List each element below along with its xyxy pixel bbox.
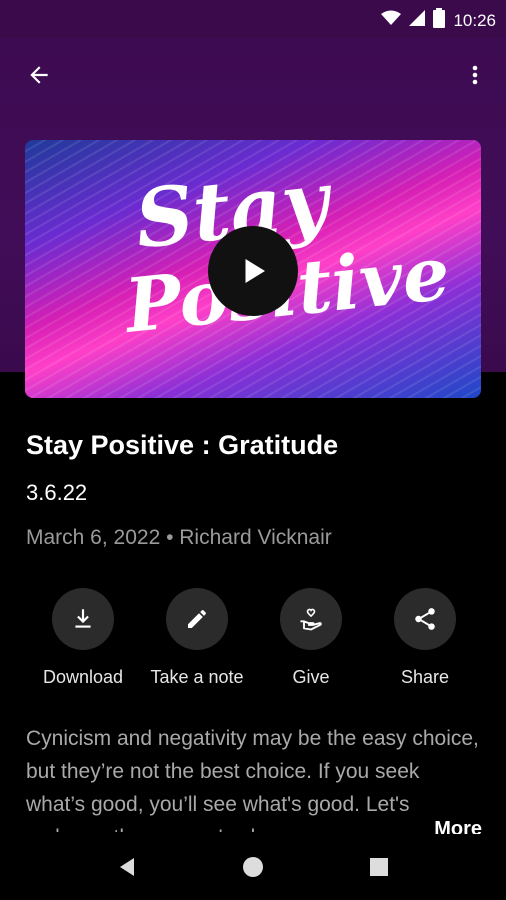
share-icon: [415, 608, 435, 630]
arrow-left-icon: [30, 66, 48, 84]
play-button[interactable]: [208, 226, 298, 316]
give-label: Give: [292, 667, 330, 687]
signal-icon: [409, 10, 426, 31]
nav-recents-icon: [370, 858, 388, 876]
episode-subtitle: 3.6.22: [26, 480, 88, 505]
give-circle[interactable]: [280, 588, 342, 650]
give-hand-heart-icon: [300, 608, 322, 631]
play-icon: [245, 259, 265, 283]
status-icons: 10:26: [381, 8, 496, 33]
take-note-circle[interactable]: [166, 588, 228, 650]
battery-icon: [433, 8, 446, 33]
nav-home-icon: [243, 857, 263, 877]
nav-home-button[interactable]: [238, 852, 268, 882]
app-bar: [0, 38, 506, 108]
download-circle[interactable]: [52, 588, 114, 650]
take-note-label: Take a note: [150, 667, 244, 687]
download-icon: [75, 609, 91, 628]
nav-back-button[interactable]: [112, 852, 142, 882]
wifi-icon: [381, 10, 402, 31]
status-bar: 10:26: [0, 0, 506, 38]
download-label: Download: [42, 667, 124, 687]
nav-back-icon: [120, 858, 134, 876]
back-button[interactable]: [22, 58, 56, 92]
more-vert-icon: [472, 65, 478, 85]
download-button[interactable]: Download: [26, 588, 140, 688]
system-nav-bar: [0, 834, 506, 900]
share-circle[interactable]: [394, 588, 456, 650]
episode-meta: March 6, 2022 • Richard Vicknair: [26, 526, 332, 549]
give-button[interactable]: Give: [254, 588, 368, 688]
pencil-icon: [188, 610, 206, 628]
status-time: 10:26: [453, 10, 496, 30]
episode-title: Stay Positive : Gratitude: [26, 430, 339, 460]
episode-description: Cynicism and negativity may be the easy …: [26, 727, 479, 832]
action-row: Download Take a note Give Share: [26, 588, 482, 688]
more-options-button[interactable]: [458, 58, 492, 92]
share-button[interactable]: Share: [368, 588, 482, 688]
nav-recents-button[interactable]: [364, 852, 394, 882]
take-note-button[interactable]: Take a note: [140, 588, 254, 688]
share-label: Share: [400, 667, 450, 687]
